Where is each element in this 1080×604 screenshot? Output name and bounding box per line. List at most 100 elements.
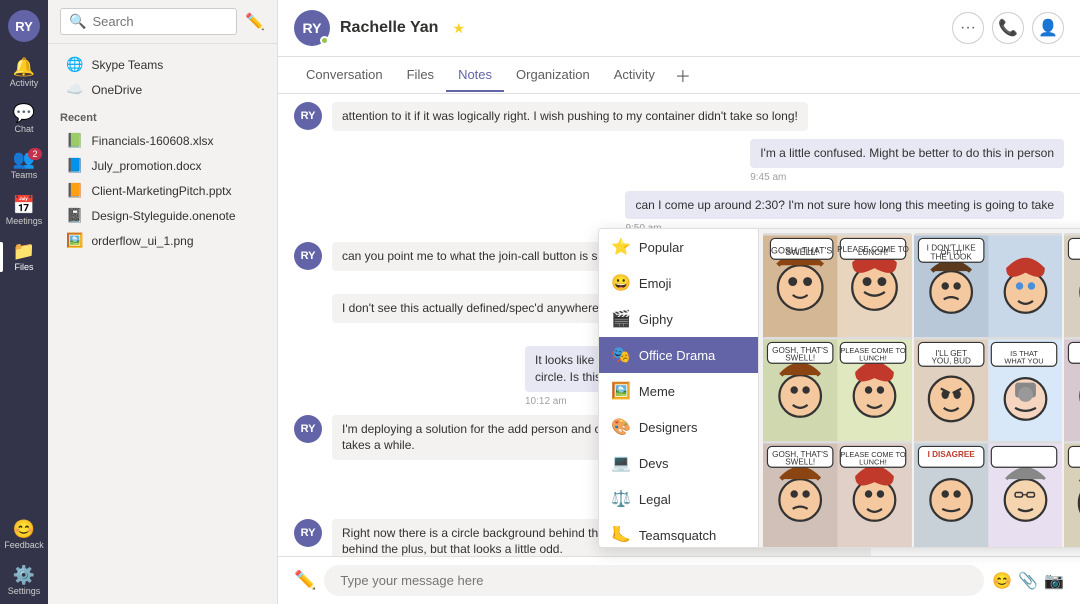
message-row: RY attention to it if it was logically r…: [294, 102, 1064, 131]
onenote-icon: 📓: [66, 207, 83, 224]
sidebar-item-orderflow[interactable]: 🖼️ orderflow_ui_1.png: [60, 228, 265, 253]
svg-text:LUNCH!: LUNCH!: [858, 248, 888, 257]
svg-text:SWELL!: SWELL!: [785, 457, 815, 466]
nav-item-settings[interactable]: ⚙️ Settings: [0, 558, 48, 604]
sidebar-item-design-styleguide[interactable]: 📓 Design-Styleguide.onenote: [60, 203, 265, 228]
gif-category-label: Giphy: [639, 312, 673, 327]
nav-label-chat: Chat: [14, 124, 33, 134]
nav-item-files[interactable]: 📁 Files: [0, 234, 48, 280]
contact-name: Rachelle Yan: [340, 19, 438, 37]
svg-text:YOU, BUD: YOU, BUD: [931, 356, 971, 365]
gif-category-label: Emoji: [639, 276, 672, 291]
gif-category-designers[interactable]: 🎨 Designers: [599, 409, 758, 445]
compose-button[interactable]: ✏️: [245, 12, 265, 32]
chat-icon: 💬: [13, 104, 35, 122]
sidebar-item-onedrive[interactable]: ☁️ OneDrive: [60, 77, 265, 102]
message-input[interactable]: [324, 565, 984, 596]
legal-icon: ⚖️: [611, 489, 631, 509]
sidebar-item-skype-teams[interactable]: 🌐 Skype Teams: [60, 52, 265, 77]
gif-category-meme[interactable]: 🖼️ Meme: [599, 373, 758, 409]
gif-category-popular[interactable]: ⭐ Popular: [599, 229, 758, 265]
svg-text:I DISAGREE: I DISAGREE: [927, 450, 975, 459]
settings-icon: ⚙️: [13, 566, 35, 584]
pptx-icon: 📙: [66, 182, 83, 199]
nav-item-teams[interactable]: 👥 Teams 2: [0, 142, 48, 188]
star-button[interactable]: ★: [452, 20, 465, 37]
recent-section: Recent 📗 Financials-160608.xlsx 📘 July_p…: [48, 104, 277, 255]
skype-teams-icon: 🌐: [66, 56, 83, 73]
svg-text:WHAT YOU: WHAT YOU: [1004, 356, 1043, 365]
search-input[interactable]: [92, 14, 228, 29]
attachment-button[interactable]: 📎: [1018, 571, 1038, 591]
attach-button[interactable]: ✏️: [294, 570, 316, 591]
gif-category-label: Popular: [639, 240, 684, 255]
sidebar-item-july-promotion[interactable]: 📘 July_promotion.docx: [60, 153, 265, 178]
nav-item-chat[interactable]: 💬 Chat: [0, 96, 48, 142]
online-status-dot: [320, 36, 329, 45]
gif-category-legal[interactable]: ⚖️ Legal: [599, 481, 758, 517]
gif-category-emoji[interactable]: 😀 Emoji: [599, 265, 758, 301]
gif-category-giphy[interactable]: 🎬 Giphy: [599, 301, 758, 337]
sidebar-item-client-marketing[interactable]: 📙 Client-MarketingPitch.pptx: [60, 178, 265, 203]
pinned-section: 🌐 Skype Teams ☁️ OneDrive: [48, 44, 277, 104]
input-actions: 😊 📎 📷: [992, 571, 1064, 591]
message-bubble: can I come up around 2:30? I'm not sure …: [625, 191, 1064, 220]
designers-icon: 🎨: [611, 417, 631, 437]
avatar: RY: [294, 415, 322, 443]
avatar: RY: [294, 519, 322, 547]
gif-category-office-drama[interactable]: 🎭 Office Drama: [599, 337, 758, 373]
gif-category-label: Legal: [639, 492, 671, 507]
video-button[interactable]: 📷: [1044, 571, 1064, 591]
gif-category-devs[interactable]: 💻 Devs: [599, 445, 758, 481]
more-options-button[interactable]: ···: [952, 12, 984, 44]
nav-avatar[interactable]: RY: [8, 10, 40, 42]
gif-item[interactable]: GOSH, THAT'S SWELL! PLEASE COME TO LUNCH…: [763, 441, 912, 547]
sidebar-item-label: Design-Styleguide.onenote: [91, 209, 235, 223]
meetings-icon: 📅: [13, 196, 35, 214]
onedrive-icon: ☁️: [66, 81, 83, 98]
nav-item-activity[interactable]: 🔔 Activity: [0, 50, 48, 96]
message-content: I'm a little confused. Might be better t…: [750, 139, 1064, 183]
message-bubble: attention to it if it was logically righ…: [332, 102, 808, 131]
recent-section-title: Recent: [60, 112, 265, 124]
add-tab-button[interactable]: ＋: [667, 57, 699, 93]
tab-activity[interactable]: Activity: [602, 59, 667, 92]
sidebar-item-financials[interactable]: 📗 Financials-160608.xlsx: [60, 128, 265, 153]
emoji-button[interactable]: 😊: [992, 571, 1012, 591]
docx-icon: 📘: [66, 157, 83, 174]
message-time: 10:12 am: [525, 396, 567, 407]
message-content: attention to it if it was logically righ…: [332, 102, 808, 131]
gif-item[interactable]: I DISAGREE: [914, 441, 1063, 547]
call-button[interactable]: 📞: [992, 12, 1024, 44]
svg-text:LUNCH!: LUNCH!: [859, 457, 887, 466]
nav-item-feedback[interactable]: 😊 Feedback: [0, 512, 48, 558]
gif-category-teamsquatch[interactable]: 🦶 Teamsquatch: [599, 517, 758, 547]
sidebar-item-label: July_promotion.docx: [91, 159, 201, 173]
meme-icon: 🖼️: [611, 381, 631, 401]
tab-notes[interactable]: Notes: [446, 59, 504, 92]
office-drama-icon: 🎭: [611, 345, 631, 365]
gif-category-label: Designers: [639, 420, 698, 435]
feedback-icon: 😊: [13, 520, 35, 538]
sidebar-item-label: OneDrive: [91, 83, 142, 97]
tab-organization[interactable]: Organization: [504, 59, 602, 92]
contact-avatar-wrap: RY: [294, 10, 330, 46]
giphy-icon: 🎬: [611, 309, 631, 329]
nav-item-meetings[interactable]: 📅 Meetings: [0, 188, 48, 234]
profile-button[interactable]: 👤: [1032, 12, 1064, 44]
sidebar-item-label: orderflow_ui_1.png: [91, 234, 193, 248]
png-icon: 🖼️: [66, 232, 83, 249]
nav-label-meetings: Meetings: [6, 216, 43, 226]
gif-item[interactable]: THAT'S THINK! PLEASE COME TO LUNCH!: [1064, 441, 1080, 547]
svg-text:SWELL!: SWELL!: [785, 247, 818, 257]
tab-files[interactable]: Files: [395, 59, 446, 92]
sidebar-item-label: Client-MarketingPitch.pptx: [91, 184, 231, 198]
search-box[interactable]: 🔍: [60, 8, 237, 35]
devs-icon: 💻: [611, 453, 631, 473]
svg-text:LUNCH!: LUNCH!: [859, 353, 887, 362]
sidebar-item-label: Skype Teams: [91, 58, 163, 72]
gif-category-label: Teamsquatch: [639, 528, 716, 543]
sidebar-item-label: Financials-160608.xlsx: [91, 134, 213, 148]
gif-category-label: Meme: [639, 384, 675, 399]
tab-conversation[interactable]: Conversation: [294, 59, 395, 92]
